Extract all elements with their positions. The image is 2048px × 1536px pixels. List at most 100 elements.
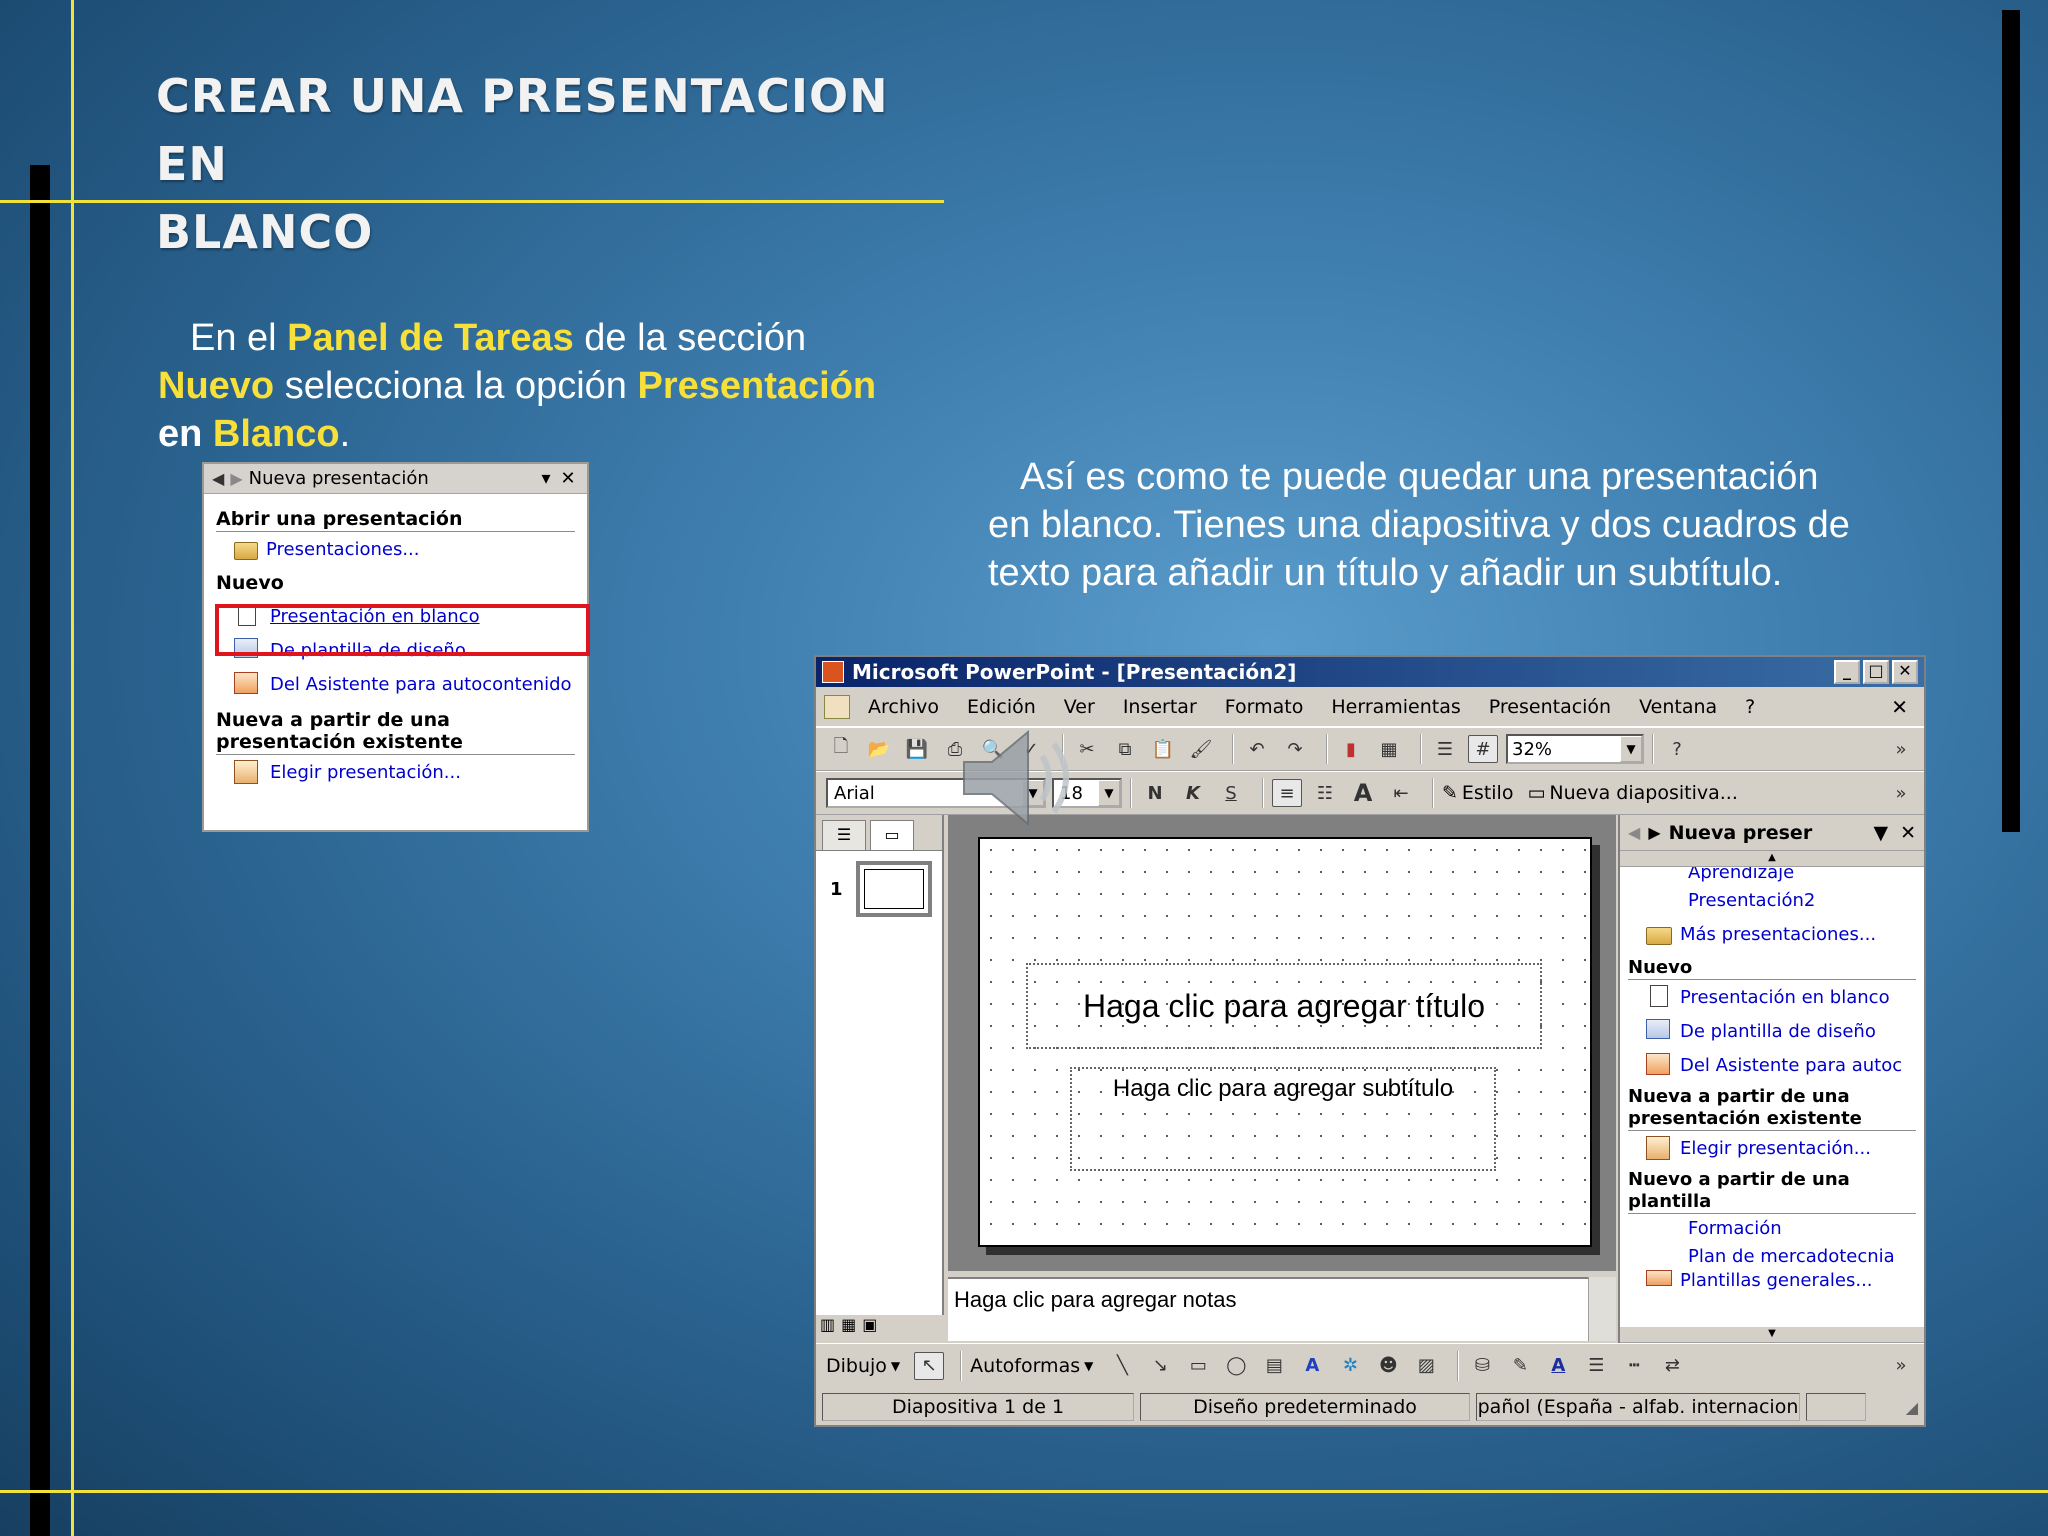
toolbar-options-icon[interactable]: » — [1886, 1352, 1916, 1380]
slide-canvas[interactable]: Haga clic para agregar título Haga clic … — [978, 837, 1592, 1247]
subtitle-placeholder[interactable]: Haga clic para agregar subtítulo — [1070, 1067, 1496, 1171]
link-choose-presentation[interactable]: Elegir presentación... — [204, 755, 587, 789]
menu-edicion[interactable]: Edición — [967, 696, 1036, 718]
line-style-icon[interactable]: ☰ — [1581, 1352, 1611, 1380]
help-icon[interactable]: ? — [1662, 735, 1692, 763]
fill-color-icon[interactable]: ⛁ — [1467, 1352, 1497, 1380]
arrow-icon[interactable]: ↘ — [1145, 1352, 1175, 1380]
paste-icon[interactable]: 📋 — [1148, 735, 1178, 763]
resize-grip-icon[interactable]: ◢ — [1906, 1398, 1918, 1417]
show-grid-icon[interactable]: # — [1468, 735, 1498, 763]
status-empty — [1806, 1393, 1866, 1421]
text-span: selecciona la opción — [274, 365, 638, 407]
line-icon[interactable]: ╲ — [1107, 1352, 1137, 1380]
link-blank-presentation[interactable]: Presentación en blanco — [1620, 980, 1924, 1014]
italic-icon[interactable]: K — [1178, 779, 1208, 807]
link-marketing-plan[interactable]: Plan de mercadotecnia — [1620, 1242, 1924, 1270]
copy-icon[interactable]: ⧉ — [1110, 735, 1140, 763]
select-pointer-icon[interactable]: ↖ — [914, 1351, 945, 1380]
back-arrow-icon[interactable]: ◀ — [1628, 823, 1640, 842]
font-color-icon[interactable]: A — [1543, 1352, 1573, 1380]
autoshapes-menu[interactable]: Autoformas ▼ — [970, 1355, 1093, 1377]
title-placeholder[interactable]: Haga clic para agregar título — [1026, 963, 1542, 1049]
format-painter-icon[interactable]: 🖌 — [1186, 735, 1216, 763]
new-slide-button[interactable]: ▭ Nueva diapositiva... — [1527, 782, 1737, 804]
style-button[interactable]: ✎ Estilo — [1442, 782, 1513, 804]
diagram-icon[interactable]: ✲ — [1335, 1352, 1365, 1380]
maximize-button[interactable]: □ — [1863, 660, 1889, 684]
toolbar-options-icon[interactable]: » — [1886, 779, 1916, 807]
speaker-icon[interactable] — [958, 726, 1088, 830]
normal-view-icon[interactable]: ▥ — [820, 1315, 835, 1334]
shadow-icon[interactable]: S — [1216, 779, 1246, 807]
back-arrow-icon[interactable]: ◀ — [212, 469, 224, 488]
text-box-icon[interactable]: ▤ — [1259, 1352, 1289, 1380]
tab-outline[interactable]: ☰ — [822, 820, 866, 850]
menu-presentacion[interactable]: Presentación — [1489, 696, 1611, 718]
insert-chart-icon[interactable]: ▮ — [1336, 735, 1366, 763]
open-folder-icon[interactable]: 📂 — [864, 735, 894, 763]
decrease-indent-icon[interactable]: ⇤ — [1386, 779, 1416, 807]
slide-show-icon[interactable]: ▣ — [862, 1315, 877, 1334]
link-recent-cut[interactable]: Aprendizaje — [1620, 867, 1924, 883]
align-left-icon[interactable]: ≡ — [1272, 779, 1302, 807]
clip-art-icon[interactable]: ☻ — [1373, 1352, 1403, 1380]
notes-pane[interactable]: Haga clic para agregar notas — [948, 1277, 1588, 1341]
dash-style-icon[interactable]: ┅ — [1619, 1352, 1649, 1380]
arrow-style-icon[interactable]: ⇄ — [1657, 1352, 1687, 1380]
rectangle-icon[interactable]: ▭ — [1183, 1352, 1213, 1380]
menu-ventana[interactable]: Ventana — [1639, 696, 1717, 718]
close-icon[interactable]: ✕ — [557, 468, 579, 489]
notes-scrollbar[interactable] — [1588, 1277, 1616, 1341]
chevron-down-icon[interactable]: ▼ — [1873, 822, 1888, 844]
link-autocontent-wizard[interactable]: Del Asistente para autoc — [1620, 1048, 1924, 1082]
close-window-button[interactable]: ✕ — [1892, 660, 1918, 684]
link-training[interactable]: Formación — [1620, 1214, 1924, 1242]
increase-font-icon[interactable]: A — [1348, 779, 1378, 807]
bullets-icon[interactable]: ☷ — [1310, 779, 1340, 807]
tab-slides[interactable]: ▭ — [870, 820, 914, 850]
menu-insertar[interactable]: Insertar — [1123, 696, 1197, 718]
slide-thumbnail[interactable] — [856, 861, 932, 917]
scroll-down-icon[interactable]: ▼ — [1620, 1327, 1924, 1343]
forward-arrow-icon[interactable]: ▶ — [230, 469, 242, 488]
forward-arrow-icon[interactable]: ▶ — [1648, 823, 1660, 842]
save-icon[interactable]: 💾 — [902, 735, 932, 763]
draw-menu[interactable]: Dibujo ▼ — [826, 1355, 900, 1377]
bold-icon[interactable]: N — [1140, 779, 1170, 807]
wordart-icon[interactable]: A — [1297, 1352, 1327, 1380]
menu-archivo[interactable]: Archivo — [868, 696, 939, 718]
insert-table-icon[interactable]: ▦ — [1374, 735, 1404, 763]
menu-ver[interactable]: Ver — [1064, 696, 1095, 718]
oval-icon[interactable]: ◯ — [1221, 1352, 1251, 1380]
link-more-presentations[interactable]: Más presentaciones... — [1620, 917, 1924, 951]
redo-icon[interactable]: ↷ — [1280, 735, 1310, 763]
toolbar-separator — [1326, 734, 1328, 764]
toolbar-options-icon[interactable]: » — [1886, 735, 1916, 763]
section-line: Nuevo a partir de una — [1628, 1169, 1850, 1190]
undo-icon[interactable]: ↶ — [1242, 735, 1272, 763]
slide-sorter-icon[interactable]: ▦ — [841, 1315, 856, 1334]
minimize-button[interactable]: _ — [1834, 660, 1860, 684]
link-presentations[interactable]: Presentaciones... — [204, 532, 587, 566]
line-color-icon[interactable]: ✎ — [1505, 1352, 1535, 1380]
link-design-template[interactable]: De plantilla de diseño — [1620, 1014, 1924, 1048]
new-file-icon[interactable]: 🗋 — [826, 735, 856, 763]
link-autocontent-wizard[interactable]: Del Asistente para autocontenido — [204, 667, 587, 701]
menu-formato[interactable]: Formato — [1225, 696, 1304, 718]
zoom-select[interactable]: 32% ▼ — [1506, 734, 1644, 764]
close-document-icon[interactable]: ✕ — [1891, 695, 1908, 719]
task-pane-header: ◀ ▶ Nueva presentación ▾ ✕ — [204, 464, 587, 494]
insert-picture-icon[interactable]: ▨ — [1411, 1352, 1441, 1380]
link-choose-presentation[interactable]: Elegir presentación... — [1620, 1131, 1924, 1165]
close-icon[interactable]: ✕ — [1900, 822, 1916, 844]
document-icon[interactable] — [824, 694, 850, 719]
chevron-down-icon[interactable]: ▾ — [535, 468, 557, 489]
link-presentacion2[interactable]: Presentación2 — [1620, 883, 1924, 917]
link-general-templates[interactable]: Plantillas generales... — [1620, 1270, 1924, 1290]
menu-herramientas[interactable]: Herramientas — [1331, 696, 1460, 718]
expand-all-icon[interactable]: ☰ — [1430, 735, 1460, 763]
scroll-up-icon[interactable]: ▲ — [1620, 851, 1924, 867]
drawing-toolbar: Dibujo ▼ ↖ Autoformas ▼ ╲ ↘ ▭ ◯ ▤ A ✲ ☻ ▨ … — [816, 1343, 1924, 1387]
menu-help[interactable]: ? — [1745, 696, 1755, 718]
